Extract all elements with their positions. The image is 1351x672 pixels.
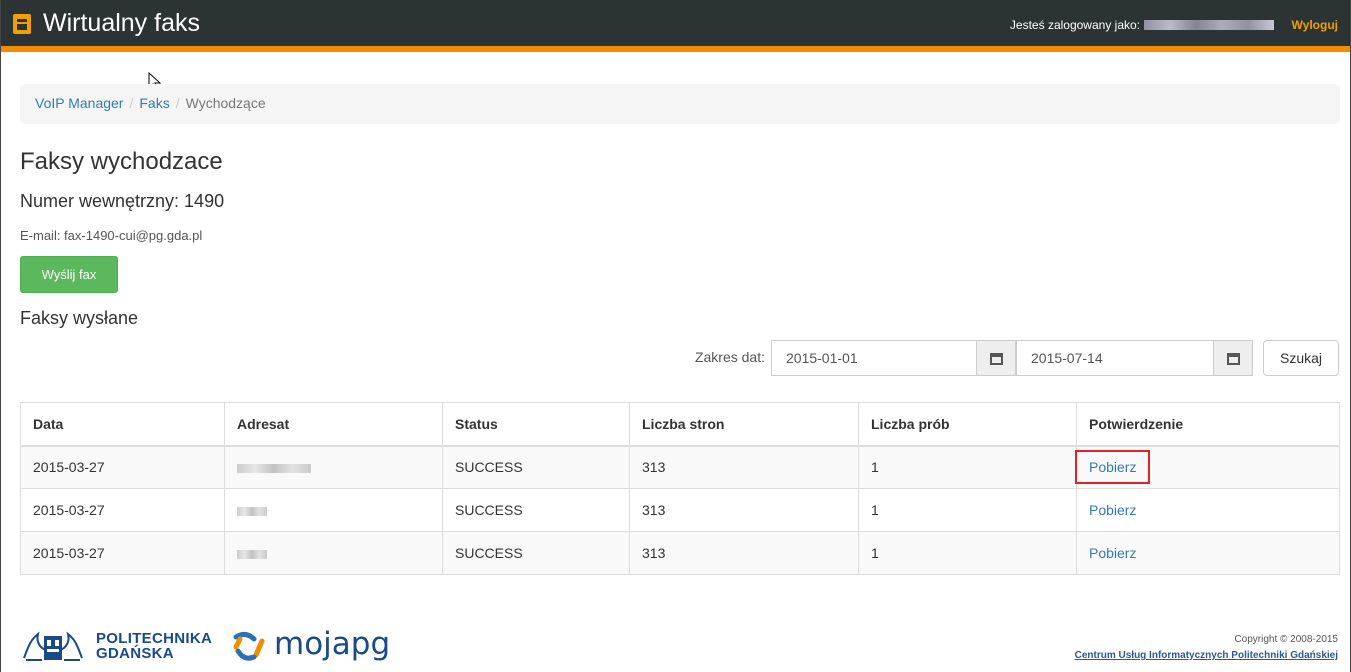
cell-attempts: 1 — [858, 488, 1077, 532]
cell-date: 2015-03-27 — [20, 531, 225, 575]
date-to-input[interactable] — [1016, 340, 1214, 376]
recipient-redacted — [237, 464, 311, 474]
date-range-label: Zakres dat: — [694, 349, 765, 365]
politechnika-gdanska-logo[interactable]: POLITECHNIKA GDAŃSKA — [20, 628, 212, 664]
table-header-row: Data Adresat Status Liczba stron Liczba … — [20, 402, 1340, 447]
cell-confirmation: Pobierz — [1076, 488, 1340, 532]
breadcrumb: VoIP Manager / Faks / Wychodzące — [20, 84, 1340, 124]
fax-icon — [13, 14, 31, 34]
logout-link[interactable]: Wyloguj — [1292, 18, 1338, 32]
cell-status: SUCCESS — [442, 445, 630, 489]
page-title: Faksy wychodzace — [20, 148, 223, 175]
mojapg-icon — [233, 631, 265, 661]
recipient-redacted — [237, 507, 267, 516]
table-row: 2015-03-27 SUCCESS 313 1 Pobierz — [20, 531, 1340, 575]
column-header-confirmation: Potwierdzenie — [1076, 402, 1340, 447]
cell-recipient — [224, 445, 443, 489]
cell-date: 2015-03-27 — [20, 445, 225, 489]
cell-pages: 313 — [629, 531, 859, 575]
cui-link[interactable]: Centrum Usług Informatycznych Politechni… — [1075, 650, 1338, 661]
pg-emblem-icon — [23, 631, 83, 661]
cell-recipient — [224, 531, 443, 575]
user-name-redacted — [1144, 20, 1274, 30]
cell-attempts: 1 — [858, 531, 1077, 575]
column-header-recipient: Adresat — [224, 402, 443, 447]
cell-confirmation: Pobierz — [1076, 531, 1340, 575]
logged-in-info: Jesteś zalogowany jako: — [1010, 18, 1274, 32]
fax-email: E-mail: fax-1490-cui@pg.gda.pl — [20, 228, 203, 243]
download-confirmation-link[interactable]: Pobierz — [1089, 545, 1136, 561]
cell-pages: 313 — [629, 445, 859, 489]
pg-logo-text: POLITECHNIKA GDAŃSKA — [96, 631, 212, 661]
copyright-text: Copyright © 2008-2015 — [1234, 634, 1338, 645]
table-row: 2015-03-27 SUCCESS 313 1 Pobierz — [20, 488, 1340, 532]
extension-number: Numer wewnętrzny: 1490 — [20, 191, 225, 211]
download-confirmation-link[interactable]: Pobierz — [1074, 450, 1151, 485]
cell-attempts: 1 — [858, 445, 1077, 489]
column-header-pages: Liczba stron — [629, 402, 859, 447]
cell-status: SUCCESS — [442, 531, 630, 575]
column-header-date: Data — [20, 402, 225, 447]
cell-status: SUCCESS — [442, 488, 630, 532]
date-from-calendar-button[interactable] — [976, 340, 1016, 376]
sent-faxes-heading: Faksy wysłane — [20, 308, 139, 328]
breadcrumb-separator: / — [129, 95, 134, 111]
sent-faxes-table: Data Adresat Status Liczba stron Liczba … — [20, 402, 1340, 575]
download-confirmation-link[interactable]: Pobierz — [1089, 502, 1136, 518]
cell-confirmation: Pobierz — [1074, 445, 1340, 489]
breadcrumb-current: Wychodzące — [185, 95, 266, 111]
app-title[interactable]: Wirtualny faks — [43, 9, 200, 38]
cell-pages: 313 — [629, 488, 859, 532]
mojapg-text: mojapg — [274, 626, 391, 662]
date-to-calendar-button[interactable] — [1213, 340, 1253, 376]
send-fax-button[interactable]: Wyślij fax — [20, 256, 118, 293]
search-button[interactable]: Szukaj — [1263, 340, 1339, 376]
calendar-icon — [1226, 353, 1240, 365]
logged-in-label: Jesteś zalogowany jako: — [1009, 18, 1140, 32]
column-header-attempts: Liczba prób — [858, 402, 1077, 447]
cell-recipient — [224, 488, 443, 532]
breadcrumb-separator: / — [175, 95, 180, 111]
pg-logo-line2: GDAŃSKA — [96, 645, 174, 662]
calendar-icon — [989, 353, 1003, 365]
top-navbar: Wirtualny faks Jesteś zalogowany jako: W… — [1, 0, 1350, 52]
breadcrumb-faks[interactable]: Faks — [139, 95, 169, 111]
column-header-status: Status — [442, 402, 630, 447]
recipient-redacted — [237, 550, 267, 559]
table-row: 2015-03-27 SUCCESS 313 1 Pobierz — [20, 445, 1340, 489]
pg-logo-line1: POLITECHNIKA — [96, 630, 213, 647]
cell-date: 2015-03-27 — [20, 488, 225, 532]
breadcrumb-voip-manager[interactable]: VoIP Manager — [35, 95, 123, 111]
date-from-input[interactable] — [771, 340, 977, 376]
